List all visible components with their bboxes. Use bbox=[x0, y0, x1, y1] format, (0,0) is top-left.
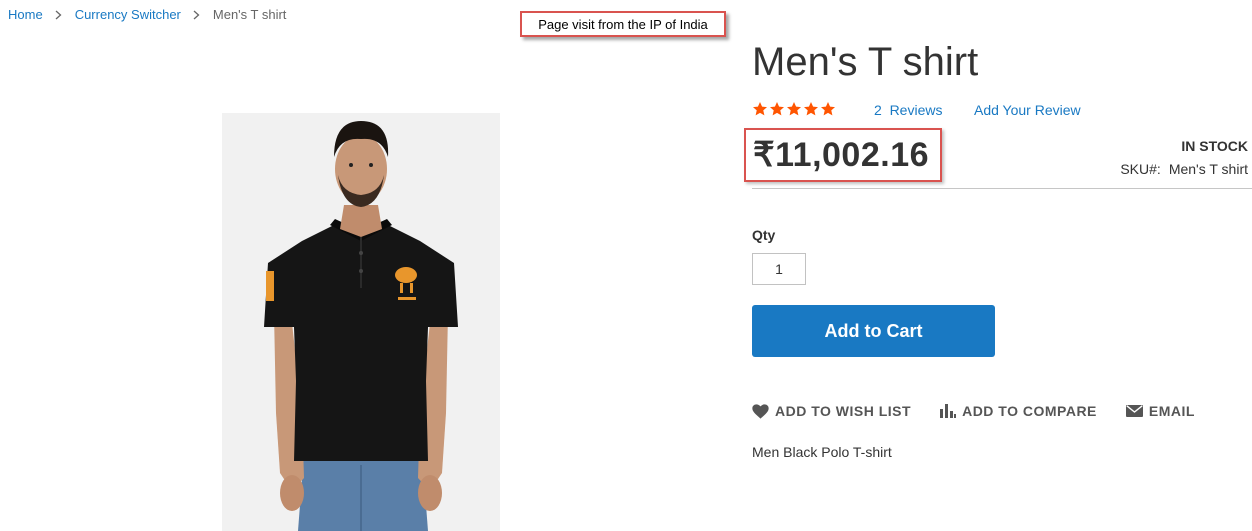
star-icon bbox=[821, 102, 835, 116]
sku-value: Men's T shirt bbox=[1168, 161, 1248, 177]
divider bbox=[752, 188, 1252, 189]
qty-label: Qty bbox=[752, 227, 776, 243]
breadcrumb-home-link[interactable]: Home bbox=[8, 7, 43, 22]
breadcrumb: Home Currency Switcher Men's T shirt bbox=[8, 7, 286, 22]
breadcrumb-currency-switcher-link[interactable]: Currency Switcher bbox=[75, 7, 181, 22]
product-description: Men Black Polo T-shirt bbox=[752, 444, 892, 460]
star-icon bbox=[787, 102, 801, 116]
bar-chart-icon bbox=[940, 404, 957, 418]
compare-label: ADD TO COMPARE bbox=[962, 403, 1097, 419]
sku-info: SKU#: Men's T shirt bbox=[1120, 161, 1248, 177]
product-title: Men's T shirt bbox=[752, 40, 979, 84]
product-actions: ADD TO WISH LIST ADD TO COMPARE EMAIL bbox=[752, 403, 1224, 419]
reviews-link[interactable]: 2 Reviews bbox=[874, 102, 942, 118]
product-price: ₹11,002.16 bbox=[753, 136, 930, 174]
chevron-right-icon bbox=[55, 10, 62, 20]
add-to-compare-button[interactable]: ADD TO COMPARE bbox=[940, 403, 1097, 419]
heart-icon bbox=[752, 403, 769, 419]
add-to-wishlist-button[interactable]: ADD TO WISH LIST bbox=[752, 403, 911, 419]
add-review-link[interactable]: Add Your Review bbox=[974, 102, 1081, 118]
product-image[interactable] bbox=[222, 113, 500, 531]
wishlist-label: ADD TO WISH LIST bbox=[775, 403, 912, 419]
stock-status: IN STOCK bbox=[1181, 138, 1248, 154]
annotation-callout: Page visit from the IP of India bbox=[520, 11, 726, 37]
sku-label: SKU#: bbox=[1120, 161, 1161, 177]
star-icon bbox=[770, 102, 784, 116]
star-icon bbox=[753, 102, 767, 116]
envelope-icon bbox=[1125, 405, 1143, 417]
breadcrumb-current: Men's T shirt bbox=[212, 7, 287, 22]
star-icon bbox=[804, 102, 818, 116]
rating-stars bbox=[752, 101, 836, 117]
email-button[interactable]: EMAIL bbox=[1125, 403, 1195, 419]
qty-input[interactable] bbox=[752, 253, 806, 285]
chevron-right-icon bbox=[193, 10, 200, 20]
price-highlight: ₹11,002.16 bbox=[744, 128, 942, 182]
email-label: EMAIL bbox=[1148, 403, 1195, 419]
add-to-cart-button[interactable]: Add to Cart bbox=[752, 305, 995, 357]
